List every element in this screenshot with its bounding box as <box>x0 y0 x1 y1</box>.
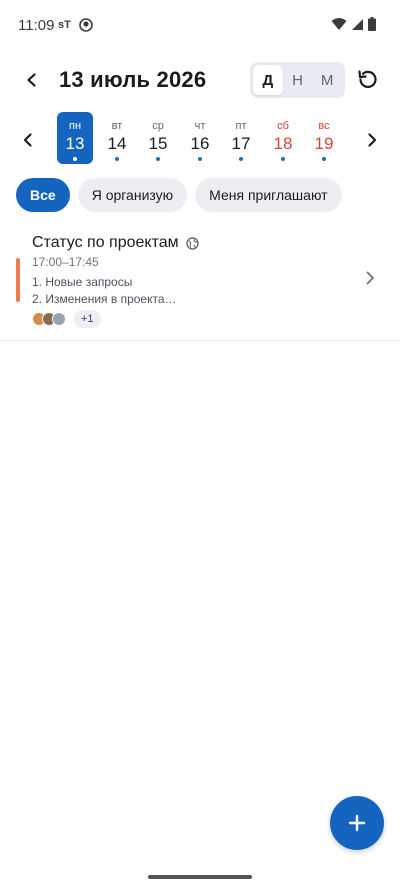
battery-icon <box>368 17 376 31</box>
next-week-button[interactable] <box>360 126 384 154</box>
day-name: ср <box>152 120 164 132</box>
status-bar: 11:09 sT <box>0 0 400 52</box>
refresh-icon <box>358 70 377 88</box>
status-indicators <box>331 17 376 31</box>
chevron-left-icon <box>23 133 32 147</box>
day-number: 16 <box>190 134 210 153</box>
chevron-right-icon <box>368 133 377 147</box>
agenda-line: 1. Новые запросы <box>32 275 133 289</box>
filter-i-organize[interactable]: Я организую <box>77 178 188 212</box>
event-dot <box>322 157 326 161</box>
day-name: вс <box>318 120 330 132</box>
day-tuesday[interactable]: вт 14 <box>99 112 135 164</box>
refresh-button[interactable] <box>354 66 382 94</box>
day-name: пт <box>235 120 247 132</box>
day-sunday[interactable]: вс 19 <box>306 112 342 164</box>
day-number: 15 <box>148 134 168 153</box>
day-monday[interactable]: пн 13 <box>57 112 93 164</box>
view-mode-week[interactable]: Н <box>283 65 313 95</box>
chevron-right-icon <box>366 271 374 285</box>
avatar <box>52 312 66 326</box>
previous-date-button[interactable] <box>18 66 46 94</box>
day-name: сб <box>277 120 289 132</box>
day-name: чт <box>194 120 206 132</box>
day-friday[interactable]: пт 17 <box>223 112 259 164</box>
event-dot <box>115 157 119 161</box>
calendar-header: 13 июль 2026 Д Н М <box>0 60 400 100</box>
attendees: +1 <box>32 310 101 328</box>
event-title: Статус по проектам <box>32 234 179 251</box>
filter-all[interactable]: Все <box>16 178 70 212</box>
wifi-icon <box>331 18 347 30</box>
event-agenda: 1. Новые запросы 2. Изменения в проекта… <box>32 274 177 308</box>
view-mode-day[interactable]: Д <box>253 65 283 95</box>
view-mode-switch: Д Н М <box>250 62 345 98</box>
day-thursday[interactable]: чт 16 <box>182 112 218 164</box>
event-filters: Все Я организую Меня приглашают <box>16 178 342 212</box>
event-dot <box>239 157 243 161</box>
list-divider <box>0 340 400 341</box>
status-carrier: sT <box>58 19 71 31</box>
add-event-button[interactable] <box>330 796 384 850</box>
event-dot <box>281 157 285 161</box>
event-item[interactable]: Статус по проектам 17:00–17:45 1. Новые … <box>0 226 400 340</box>
event-time: 17:00–17:45 <box>32 255 99 269</box>
day-name: пн <box>68 120 82 132</box>
status-time: 11:09 <box>18 17 55 34</box>
event-dot <box>198 157 202 161</box>
filter-invited[interactable]: Меня приглашают <box>195 178 342 212</box>
app-notification-icon <box>79 18 93 32</box>
day-number: 13 <box>65 134 85 153</box>
day-number: 18 <box>273 134 293 153</box>
day-saturday[interactable]: сб 18 <box>265 112 301 164</box>
day-number: 14 <box>107 134 127 153</box>
view-mode-month[interactable]: М <box>312 65 342 95</box>
signal-icon <box>352 18 363 30</box>
event-dot <box>156 157 160 161</box>
event-color-bar <box>16 258 20 302</box>
week-strip: пн 13 вт 14 ср 15 чт 16 пт 17 сб 18 вс 1… <box>0 112 400 168</box>
chevron-left-icon <box>27 73 36 87</box>
page-title: 13 июль 2026 <box>59 67 207 92</box>
previous-week-button[interactable] <box>16 126 40 154</box>
agenda-line: 2. Изменения в проекта… <box>32 292 177 306</box>
day-number: 17 <box>231 134 251 153</box>
day-wednesday[interactable]: ср 15 <box>140 112 176 164</box>
globe-icon <box>185 236 199 250</box>
plus-icon <box>348 814 366 832</box>
day-name: вт <box>111 120 123 132</box>
more-attendees-badge: +1 <box>74 310 101 328</box>
day-number: 19 <box>314 134 334 153</box>
home-indicator[interactable] <box>148 875 252 879</box>
event-dot <box>73 157 77 161</box>
event-title-row: Статус по проектам <box>32 234 199 252</box>
